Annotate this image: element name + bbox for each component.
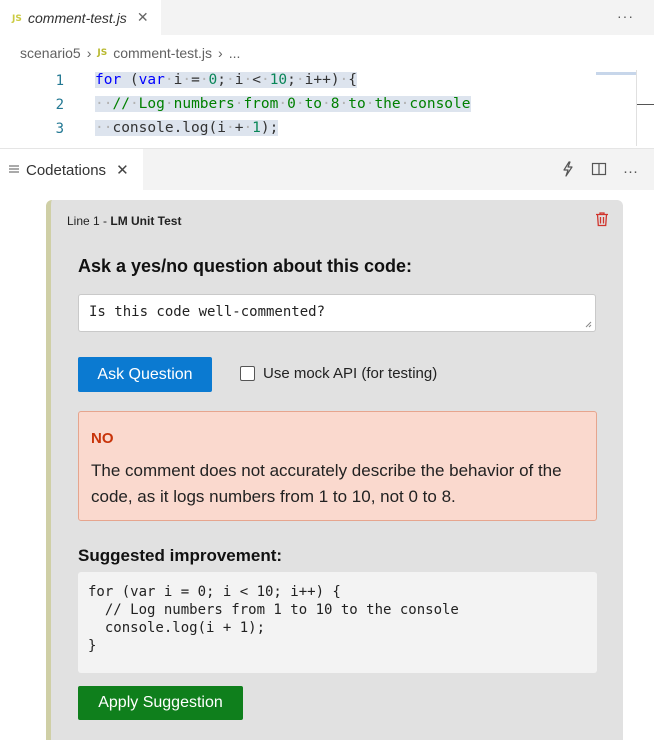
suggestion-code: for (var i = 0; i < 10; i++) { // Log nu…	[78, 572, 597, 673]
editor-more-actions-icon[interactable]: ···	[617, 8, 634, 24]
panel-tab-codetations[interactable]: Codetations ✕	[0, 149, 143, 191]
tab-filename: comment-test.js	[28, 9, 127, 26]
scrollbar-track[interactable]	[636, 70, 637, 146]
code-line: 1 for (var·i·=·0;·i·<·10;·i++)·{	[0, 70, 654, 94]
breadcrumb-symbol[interactable]: ...	[229, 45, 241, 61]
overview-ruler-mark	[637, 104, 654, 105]
split-editor-icon[interactable]	[591, 161, 607, 181]
codetations-panel: Line 1 - LM Unit Test Ask a yes/no quest…	[0, 190, 654, 740]
panel-actions: ···	[561, 161, 638, 181]
panel-header: Codetations ✕ ···	[0, 148, 654, 191]
result-box: NO The comment does not accurately descr…	[78, 411, 597, 521]
code-line-text: for (var·i·=·0;·i·<·10;·i++)·{	[95, 72, 358, 88]
question-heading: Ask a yes/no question about this code:	[78, 256, 413, 276]
code-line: 3 ··console.log(i·+·1);	[0, 118, 654, 142]
javascript-file-icon: JS	[97, 48, 108, 58]
line-number: 1	[55, 73, 64, 89]
trash-icon[interactable]	[595, 211, 609, 232]
suggestion-heading: Suggested improvement:	[78, 546, 283, 565]
chevron-right-icon: ›	[218, 45, 223, 61]
code-editor[interactable]: 1 for (var·i·=·0;·i·<·10;·i++)·{ 2 ··//·…	[0, 70, 654, 146]
mock-api-checkbox[interactable]	[240, 366, 255, 381]
line-number: 3	[55, 121, 64, 137]
breadcrumb: scenario5 › JS comment-test.js › ...	[20, 45, 240, 61]
list-icon	[8, 162, 20, 179]
question-input[interactable]: Is this code well-commented?	[78, 294, 596, 332]
javascript-file-icon: JS	[12, 14, 22, 24]
panel-title: Codetations	[26, 161, 107, 179]
resize-handle-icon[interactable]	[585, 321, 592, 328]
line-label: Line 1 -	[67, 214, 111, 228]
annotation-type: LM Unit Test	[110, 214, 182, 228]
editor-tab[interactable]: JS comment-test.js ✕	[0, 0, 161, 35]
ask-question-button[interactable]: Ask Question	[78, 357, 212, 392]
minimap[interactable]	[596, 72, 636, 75]
apply-suggestion-button[interactable]: Apply Suggestion	[78, 686, 243, 720]
more-actions-icon[interactable]: ···	[623, 163, 638, 180]
question-input-value: Is this code well-commented?	[89, 304, 326, 320]
close-panel-icon[interactable]: ✕	[116, 161, 129, 179]
line-number: 2	[55, 97, 64, 113]
annotation-card: Line 1 - LM Unit Test Ask a yes/no quest…	[46, 200, 623, 740]
card-header: Line 1 - LM Unit Test	[67, 214, 181, 228]
code-line: 2 ··//·Log·numbers·from·0·to·8·to·the·co…	[0, 94, 654, 118]
breadcrumb-file[interactable]: comment-test.js	[113, 45, 212, 61]
close-tab-icon[interactable]: ✕	[137, 9, 149, 26]
code-line-text: ··//·Log·numbers·from·0·to·8·to·the·cons…	[95, 96, 471, 112]
breadcrumb-folder[interactable]: scenario5	[20, 45, 81, 61]
result-message: The comment does not accurately describe…	[91, 461, 562, 506]
result-verdict: NO	[91, 430, 114, 447]
mock-api-option[interactable]: Use mock API (for testing)	[240, 365, 437, 382]
editor-tab-bar: JS comment-test.js ✕ ···	[0, 0, 654, 35]
mock-api-label: Use mock API (for testing)	[263, 365, 438, 382]
lightning-icon[interactable]	[561, 161, 575, 181]
chevron-right-icon: ›	[86, 45, 92, 61]
code-line-text: ··console.log(i·+·1);	[95, 120, 279, 136]
